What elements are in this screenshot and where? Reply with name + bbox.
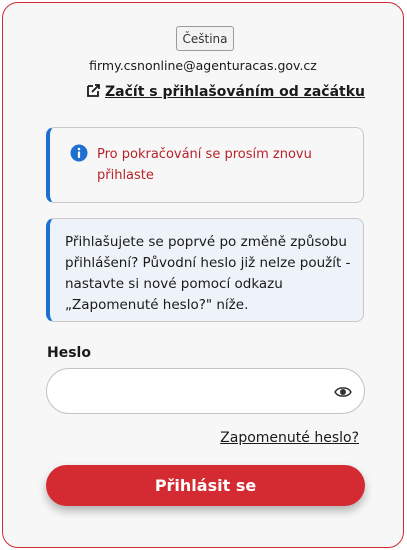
language-button[interactable]: Čeština xyxy=(176,26,234,51)
restart-login-link[interactable]: Začít s přihlašováním od začátku xyxy=(87,83,365,101)
info-alert: Pro pokračování se prosím znovu přihlast… xyxy=(46,127,364,203)
login-button[interactable]: Přihlásit se xyxy=(46,465,365,506)
password-change-notice: Přihlašujete se poprvé po změně způsobu … xyxy=(46,218,364,322)
info-alert-text: Pro pokračování se prosím znovu přihlast… xyxy=(97,147,312,183)
info-icon xyxy=(70,144,88,162)
user-email: firmy.csnonline@agenturacas.gov.cz xyxy=(89,58,317,73)
login-card: Čeština firmy.csnonline@agenturacas.gov.… xyxy=(2,2,404,548)
password-label: Heslo xyxy=(47,345,91,361)
password-input[interactable] xyxy=(61,378,321,404)
restart-login-label[interactable]: Začít s přihlašováním od začátku xyxy=(105,84,365,100)
password-field[interactable] xyxy=(46,368,365,414)
forgot-password-link[interactable]: Zapomenuté heslo? xyxy=(220,430,359,446)
eye-icon[interactable] xyxy=(334,383,352,401)
external-link-icon xyxy=(87,83,105,101)
notice-text: Přihlašujete se poprvé po změně způsobu … xyxy=(65,234,351,313)
